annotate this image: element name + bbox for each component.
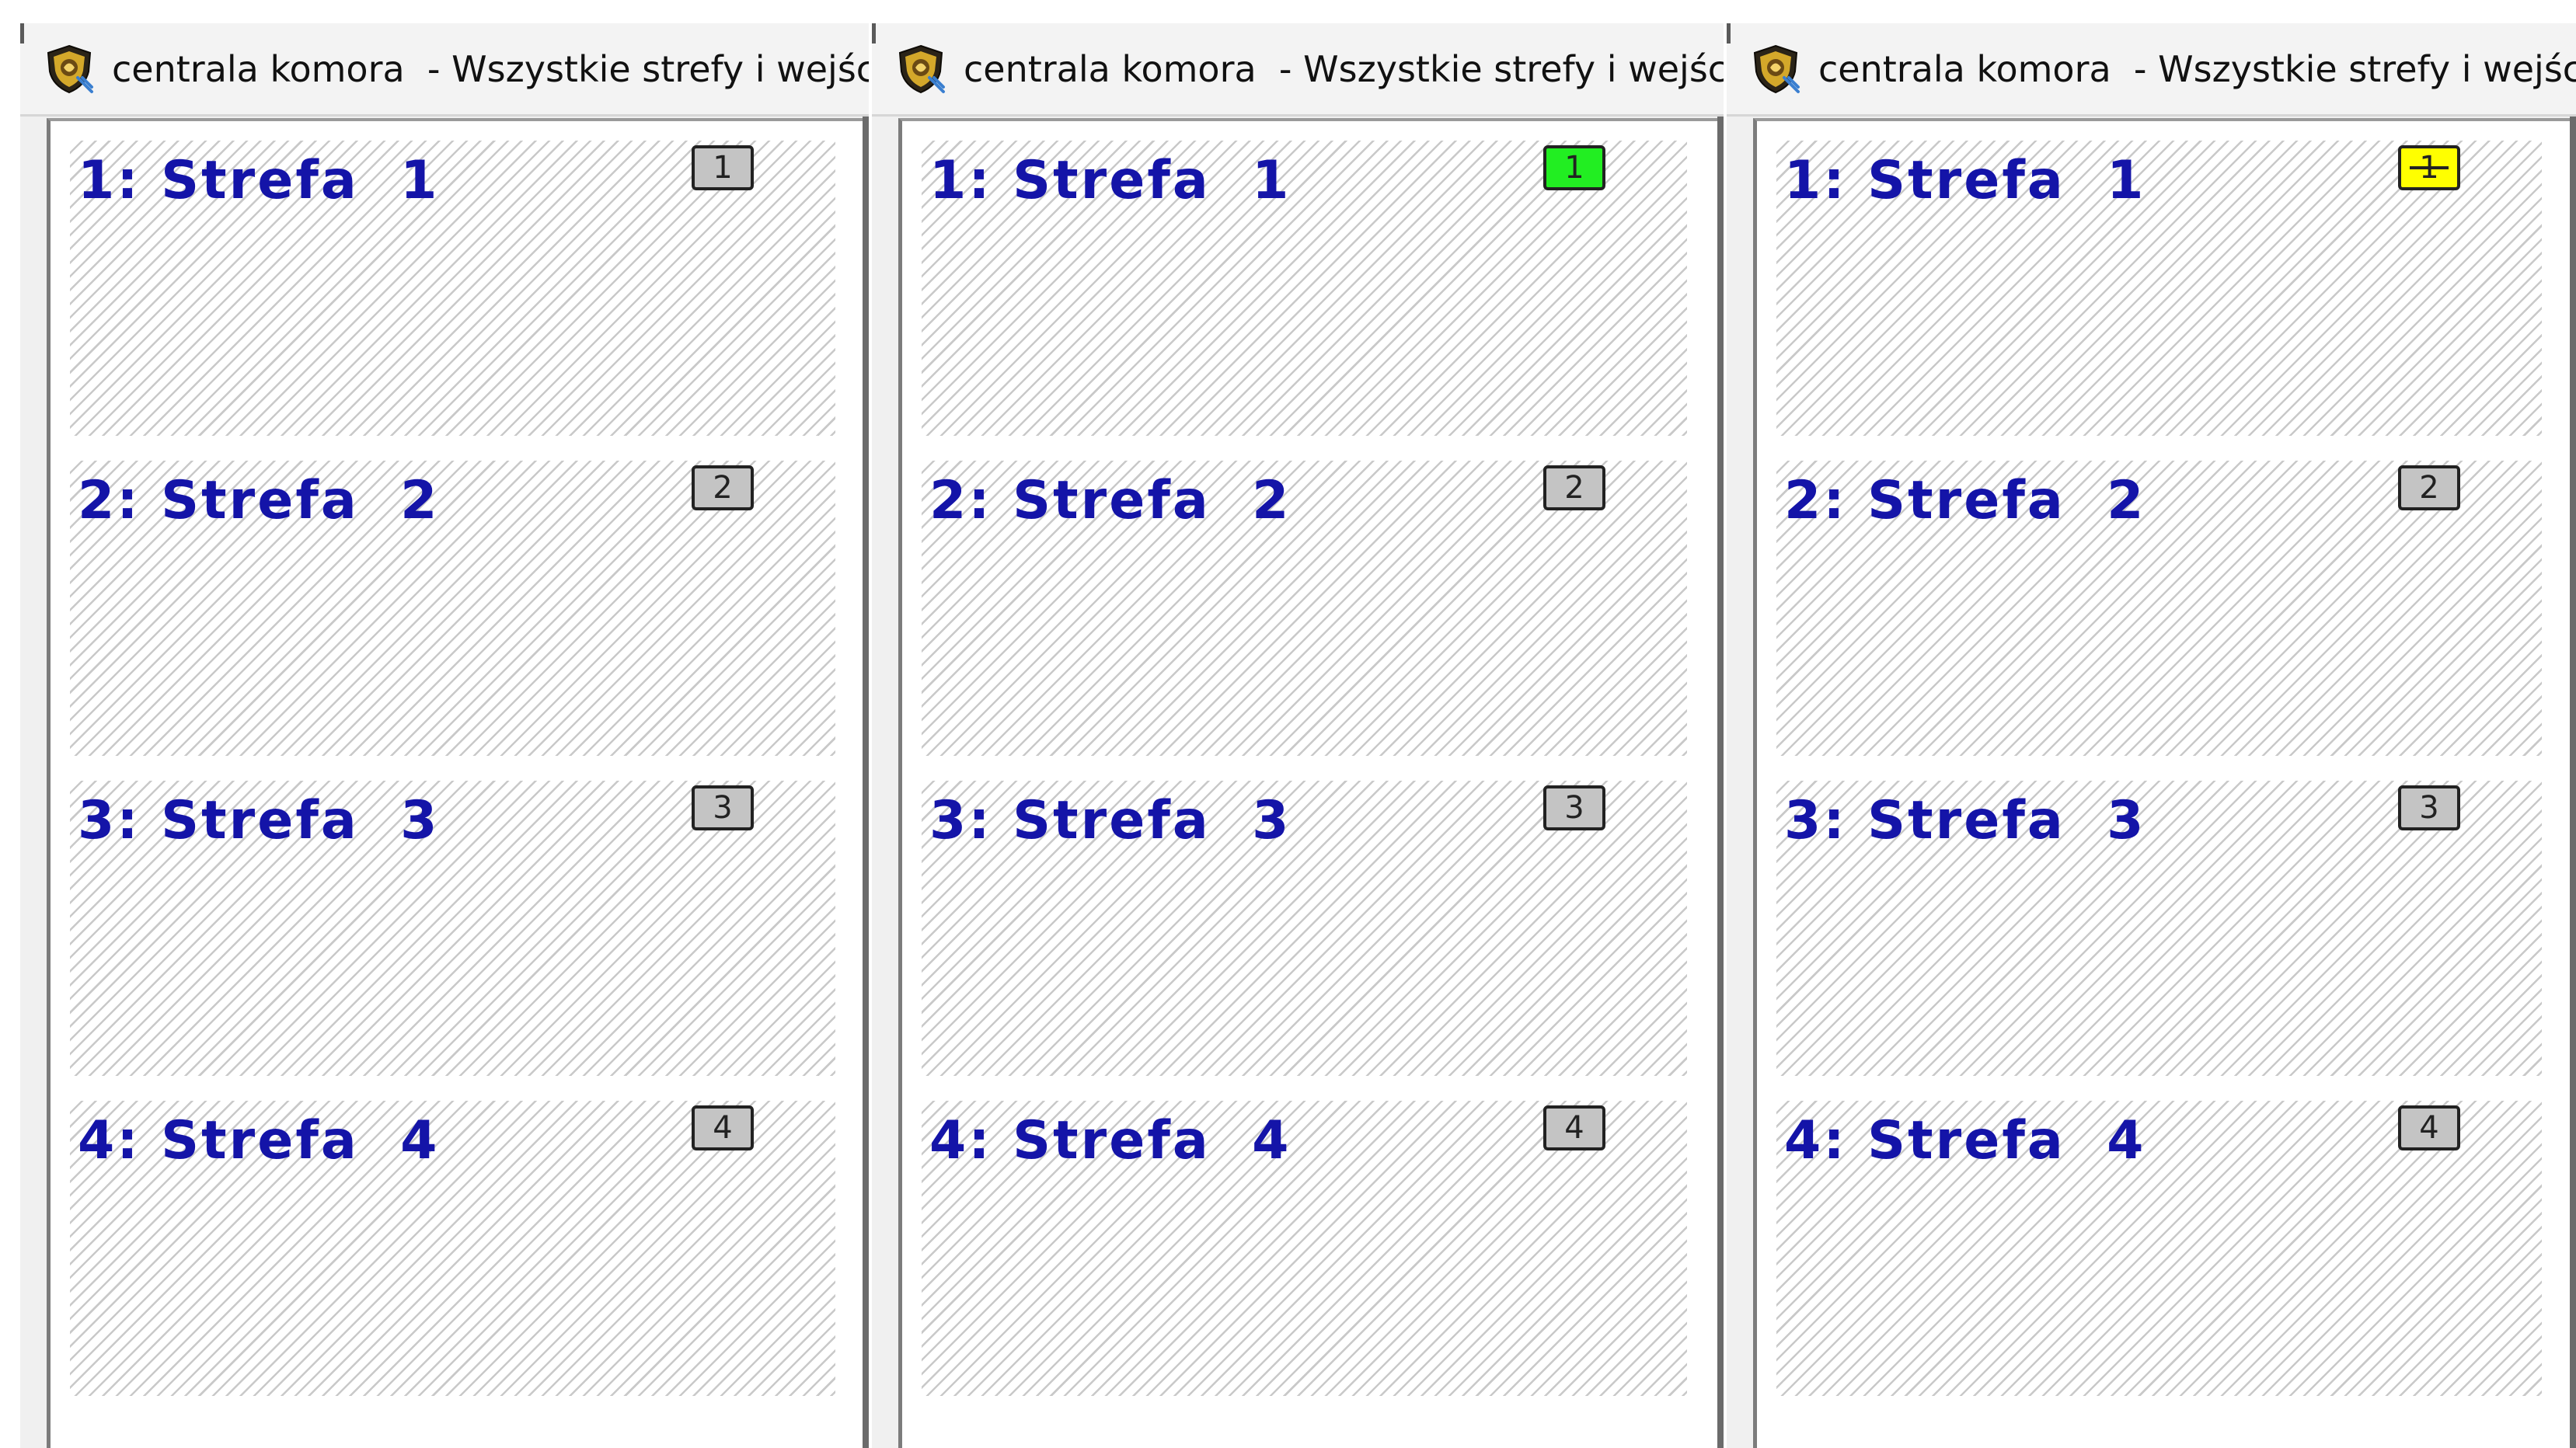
window-corner	[20, 23, 24, 44]
zone-status-badge[interactable]: 1	[2398, 145, 2460, 190]
zones-window-1: centrala komora - Wszystkie strefy i wej…	[20, 23, 869, 1448]
zone-badge-number: 3	[2419, 790, 2439, 826]
zone-badge-number: 2	[713, 470, 733, 506]
zones-panel: 1: Strefa 1 1 2: Strefa 2 2 3: Strefa 3 …	[898, 118, 1724, 1448]
zone-label: 3: Strefa 3	[1784, 790, 2146, 851]
zone-tile-2[interactable]: 2: Strefa 2 2	[70, 461, 835, 756]
zone-badge-number: 2	[1564, 470, 1584, 506]
zone-tile-2[interactable]: 2: Strefa 2 2	[1776, 461, 2542, 756]
zone-tile-1[interactable]: 1: Strefa 1 1	[922, 141, 1687, 436]
zone-label: 1: Strefa 1	[929, 150, 1291, 211]
zone-status-badge[interactable]: 3	[2398, 785, 2460, 830]
zone-status-badge[interactable]: 4	[2398, 1105, 2460, 1150]
zone-badge-number: 4	[713, 1110, 733, 1146]
zone-label: 1: Strefa 1	[78, 150, 440, 211]
window-title: centrala komora - Wszystkie strefy i wej…	[112, 47, 869, 90]
zones-window-3: centrala komora - Wszystkie strefy i wej…	[1727, 23, 2576, 1448]
zone-label: 2: Strefa 2	[1784, 470, 2146, 531]
zone-badge-number: 3	[1564, 790, 1584, 826]
zone-label: 4: Strefa 4	[1784, 1110, 2146, 1171]
zone-tile-1[interactable]: 1: Strefa 1 1	[1776, 141, 2542, 436]
zone-badge-number: 4	[2419, 1110, 2439, 1146]
window-title: centrala komora - Wszystkie strefy i wej…	[964, 47, 1724, 90]
zone-label: 1: Strefa 1	[1784, 150, 2146, 211]
zone-label: 3: Strefa 3	[929, 790, 1291, 851]
zone-status-badge[interactable]: 2	[1543, 465, 1605, 510]
zone-tile-3[interactable]: 3: Strefa 3 3	[1776, 781, 2542, 1076]
window-corner	[1727, 23, 1731, 44]
zone-label: 4: Strefa 4	[78, 1110, 440, 1171]
zones-window-2: centrala komora - Wszystkie strefy i wej…	[872, 23, 1724, 1448]
zones-panel: 1: Strefa 1 1 2: Strefa 2 2 3: Strefa 3 …	[1753, 118, 2576, 1448]
app-shield-icon	[1753, 44, 1800, 93]
zone-tile-4[interactable]: 4: Strefa 4 4	[1776, 1101, 2542, 1396]
window-border	[2570, 117, 2576, 1448]
zone-tile-4[interactable]: 4: Strefa 4 4	[922, 1101, 1687, 1396]
zone-status-badge[interactable]: 3	[692, 785, 754, 830]
zone-tile-1[interactable]: 1: Strefa 1 1	[70, 141, 835, 436]
zone-label: 4: Strefa 4	[929, 1110, 1291, 1171]
app-shield-icon	[47, 44, 93, 93]
window-border	[863, 117, 869, 1448]
zone-tile-4[interactable]: 4: Strefa 4 4	[70, 1101, 835, 1396]
zone-tile-2[interactable]: 2: Strefa 2 2	[922, 461, 1687, 756]
zone-status-badge[interactable]: 1	[1543, 145, 1605, 190]
screenshot-stage: centrala komora - Wszystkie strefy i wej…	[0, 0, 2576, 1448]
zone-badge-number: 2	[2419, 470, 2439, 506]
zone-label: 2: Strefa 2	[78, 470, 440, 531]
zone-label: 2: Strefa 2	[929, 470, 1291, 531]
zone-status-badge[interactable]: 1	[692, 145, 754, 190]
window-corner	[872, 23, 876, 44]
zone-badge-number: 1	[1564, 150, 1584, 186]
window-border	[1717, 117, 1724, 1448]
zone-status-badge[interactable]: 4	[692, 1105, 754, 1150]
zone-badge-number: 1	[2410, 150, 2449, 186]
zone-status-badge[interactable]: 4	[1543, 1105, 1605, 1150]
app-shield-icon	[898, 44, 945, 93]
window-titlebar[interactable]: centrala komora - Wszystkie strefy i wej…	[1727, 23, 2576, 117]
zone-status-badge[interactable]: 2	[692, 465, 754, 510]
zones-panel: 1: Strefa 1 1 2: Strefa 2 2 3: Strefa 3 …	[47, 118, 869, 1448]
zone-tile-3[interactable]: 3: Strefa 3 3	[70, 781, 835, 1076]
window-titlebar[interactable]: centrala komora - Wszystkie strefy i wej…	[872, 23, 1724, 117]
zone-badge-number: 3	[713, 790, 733, 826]
zone-status-badge[interactable]: 2	[2398, 465, 2460, 510]
window-titlebar[interactable]: centrala komora - Wszystkie strefy i wej…	[20, 23, 869, 117]
zone-badge-number: 4	[1564, 1110, 1584, 1146]
zone-label: 3: Strefa 3	[78, 790, 440, 851]
window-title: centrala komora - Wszystkie strefy i wej…	[1818, 47, 2576, 90]
zone-tile-3[interactable]: 3: Strefa 3 3	[922, 781, 1687, 1076]
zone-badge-number: 1	[713, 150, 733, 186]
zone-status-badge[interactable]: 3	[1543, 785, 1605, 830]
